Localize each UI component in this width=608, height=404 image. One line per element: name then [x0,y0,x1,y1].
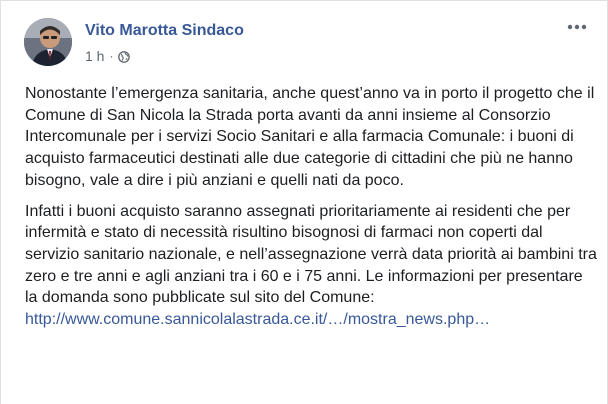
post-timestamp[interactable]: 1 h [85,48,104,64]
post-body: Nonostante l’emergenza sanitaria, anche … [25,83,597,340]
post-paragraph: Nonostante l’emergenza sanitaria, anche … [25,85,595,189]
globe-icon[interactable] [118,50,131,63]
author-name[interactable]: Vito Marotta Sindaco [85,22,244,40]
more-dots-icon[interactable] [561,15,593,39]
meta-separator: · [109,49,114,63]
avatar[interactable] [24,18,72,66]
post-link[interactable]: http://www.comune.sannicolalastrada.ce.i… [25,311,490,328]
post-paragraph-text: Infatti i buoni acquisto saranno assegna… [25,202,597,307]
post-paragraph: Infatti i buoni acquisto saranno assegna… [25,201,597,331]
facebook-post: Vito Marotta Sindaco 1 h · Nonostante l’… [0,0,608,404]
post-meta: 1 h · [85,48,131,64]
avatar-photo [24,18,72,66]
